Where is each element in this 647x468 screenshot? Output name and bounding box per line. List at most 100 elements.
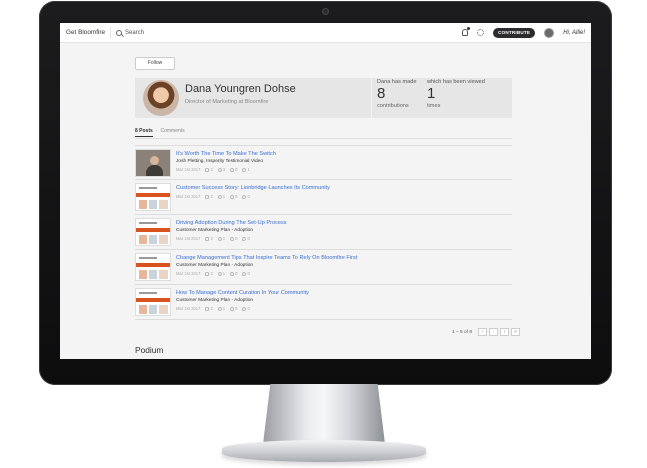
eye-count: 3 [222,167,226,172]
contributions-count: 8 [377,85,386,102]
notification-bell-icon[interactable] [462,27,471,36]
share-count: 2 [210,167,213,172]
search-icon [116,29,122,36]
brand-link[interactable]: Get Bloomfire [60,29,110,36]
follow-button[interactable]: Follow [135,57,175,70]
post-subtitle: Josh Pletting, Insperity Testimonial Vid… [176,159,264,164]
post-row[interactable]: Change Management Tips That Inspire Team… [135,250,512,285]
bubble-count: 0 [247,271,250,276]
heart-icon [230,236,235,241]
share-count: 2 [210,194,213,199]
profile-tabs: 8 Posts · Comments [135,128,185,137]
tab-comments[interactable]: Comments [160,128,184,137]
post-title-link[interactable]: Driving Adoption During The Set-Up Proce… [176,220,287,226]
share-icon [205,167,210,172]
profile-stats: Dana has made 8 contributions which has … [371,78,512,118]
share-count: 2 [210,236,213,241]
contribute-button[interactable]: CONTRIBUTE [493,27,536,38]
user-avatar[interactable] [544,27,555,38]
bubble-count: 0 [247,236,250,241]
post-thumbnail[interactable] [135,149,171,177]
pagination: 1 – 5 of 8 « ‹ › » [452,328,521,336]
share-stat: 2 [205,236,213,241]
post-row[interactable]: How To Manage Content Curation In Your C… [135,285,512,320]
prev-page-button[interactable]: ‹ [489,328,499,336]
gear-icon[interactable] [477,29,485,36]
heart-count: 0 [235,194,238,199]
eye-icon [217,236,222,241]
post-date: Mar 1st 2017 [176,306,201,311]
tab-separator: · [155,128,158,134]
share-count: 2 [210,271,213,276]
post-list: It's Worth The Time To Make The Switch Jo… [135,145,512,320]
screen: Get Bloomfire Search CONTRIBUTE Hi, Alli… [60,23,591,359]
heart-stat: 0 [230,167,237,172]
last-page-button[interactable]: » [511,328,521,336]
bubble-icon [242,194,247,199]
first-page-button[interactable]: « [478,328,488,336]
eye-icon [217,194,222,199]
eye-count: 1 [222,236,226,241]
views-intro: which has been viewed [427,79,485,85]
post-row[interactable]: Driving Adoption During The Set-Up Proce… [135,215,512,250]
monitor-frame: Get Bloomfire Search CONTRIBUTE Hi, Alli… [39,1,612,385]
post-title-link[interactable]: Change Management Tips That Inspire Team… [176,255,357,261]
post-meta: Mar 1st 2017 2 1 0 0 [176,194,250,199]
post-thumbnail[interactable] [135,183,171,211]
next-page-button[interactable]: › [500,328,510,336]
profile-avatar [143,80,179,116]
search-label: Search [125,29,145,36]
eye-count: 1 [222,306,226,311]
eye-stat: 1 [217,194,225,199]
share-icon [205,194,210,199]
bubble-stat: 1 [242,167,250,172]
post-meta: Mar 1st 2017 2 3 0 1 [176,167,250,172]
share-stat: 2 [205,271,213,276]
post-thumbnail[interactable] [135,288,171,316]
bubble-icon [242,236,247,241]
post-thumbnail[interactable] [135,253,171,281]
post-meta: Mar 1st 2017 2 1 0 0 [176,271,250,276]
post-row[interactable]: Customer Success Story: Lionbridge Launc… [135,180,512,215]
post-thumbnail[interactable] [135,218,171,246]
post-title-link[interactable]: It's Worth The Time To Make The Switch [176,151,276,157]
post-title-link[interactable]: How To Manage Content Curation In Your C… [176,290,309,296]
post-date: Mar 1st 2017 [176,271,201,276]
heart-count: 0 [235,167,238,172]
post-subtitle: Customer Marketing Plan - Adoption [176,263,254,268]
tab-posts[interactable]: 8 Posts [135,128,153,137]
bubble-icon [242,306,247,311]
bubble-count: 1 [247,167,250,172]
share-count: 2 [210,306,213,311]
heart-stat: 0 [230,271,237,276]
post-date: Mar 1st 2017 [176,167,201,172]
post-title-link[interactable]: Customer Success Story: Lionbridge Launc… [176,185,330,191]
heart-icon [230,306,235,311]
eye-count: 1 [222,271,226,276]
post-meta: Mar 1st 2017 2 1 0 0 [176,306,250,311]
profile-name: Dana Youngren Dohse [185,83,296,95]
camera-dot [322,8,329,15]
podium-heading: Podium [135,345,164,355]
post-subtitle: Customer Marketing Plan - Adoption [176,298,254,303]
post-subtitle: Customer Marketing Plan - Adoption [176,228,254,233]
post-row[interactable]: It's Worth The Time To Make The Switch Jo… [135,145,512,180]
eye-icon [217,167,222,172]
eye-icon [217,306,222,311]
eye-icon [217,271,222,276]
monitor-stand-neck [263,384,385,444]
top-navigation-bar: Get Bloomfire Search CONTRIBUTE Hi, Alli… [60,23,591,43]
user-greeting[interactable]: Hi, Allie! [563,30,585,36]
profile-title: Director of Marketing at Bloomfire [185,99,269,105]
post-date: Mar 1st 2017 [176,236,201,241]
share-icon [205,306,210,311]
share-stat: 2 [205,194,213,199]
tabs-divider [135,138,512,139]
post-date: Mar 1st 2017 [176,194,201,199]
eye-stat: 1 [217,236,226,241]
monitor-stand-base [222,440,426,462]
heart-stat: 0 [230,306,237,311]
heart-count: 0 [235,271,238,276]
search-box[interactable]: Search [110,26,145,39]
bubble-stat: 0 [242,194,250,199]
